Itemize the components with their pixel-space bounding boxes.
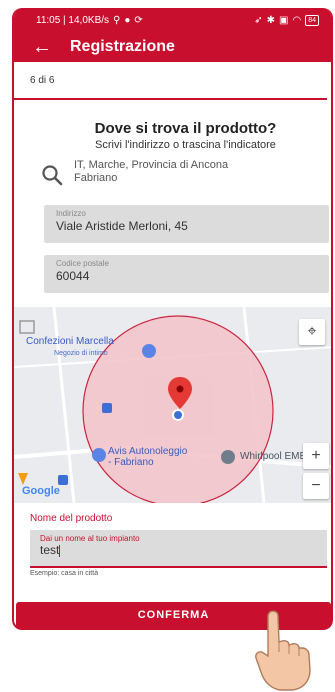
postal-code-input[interactable]: 60044 xyxy=(56,269,317,283)
gps-status-icon: ➶ xyxy=(254,14,263,26)
status-time: 11:05 | 14,0KB/s xyxy=(36,14,110,26)
zoom-in-button[interactable]: + xyxy=(303,443,329,469)
postal-code-field[interactable]: Codice postale 60044 xyxy=(44,255,329,293)
map-label-avis-city: - Fabriano xyxy=(108,457,154,468)
product-name-label: Dai un nome al tuo impianto xyxy=(40,534,140,543)
location-city: Fabriano xyxy=(74,172,118,184)
battery-icon: 84 xyxy=(305,14,319,26)
status-bar: 11:05 | 14,0KB/s ⚲ ● ⟳ ➶ ✱ ▣ ◠ 84 xyxy=(14,8,331,32)
map-label-avis: Avis Autonoleggio xyxy=(108,446,188,457)
product-name-input[interactable]: test xyxy=(40,543,317,557)
address-input[interactable]: Viale Aristide Merloni, 45 xyxy=(56,219,317,233)
zoom-out-button[interactable]: − xyxy=(303,473,329,499)
map-label-negozio: Negozio di intimo xyxy=(54,350,108,357)
back-arrow-icon[interactable]: ← xyxy=(32,37,62,57)
product-name-hint: Esempio: casa in città xyxy=(30,570,99,577)
search-icon[interactable] xyxy=(40,163,64,187)
crosshair-icon: ⌖ xyxy=(307,323,317,340)
location-search[interactable]: IT, Marche, Provincia di Ancona Fabriano xyxy=(14,159,331,187)
address-field[interactable]: Indirizzo Viale Aristide Merloni, 45 xyxy=(44,205,329,243)
map-view[interactable]: Confezioni Marcella Negozio di intimo Av… xyxy=(14,307,331,503)
map-label-confezioni: Confezioni Marcella xyxy=(26,336,114,347)
nfc-status-icon: ▣ xyxy=(279,14,289,26)
product-name-section-label: Nome del prodotto xyxy=(30,513,113,524)
wifi-status-icon: ◠ xyxy=(292,14,302,26)
location-status-icon: ⚲ xyxy=(113,14,121,26)
sync-status-icon: ⟳ xyxy=(134,14,143,26)
step-indicator: 6 di 6 xyxy=(14,62,327,100)
location-region: IT, Marche, Provincia di Ancona xyxy=(74,159,229,171)
my-location-button[interactable]: ⌖ xyxy=(299,319,325,345)
product-name-field[interactable]: Dai un nome al tuo impianto test xyxy=(30,530,327,568)
location-text: IT, Marche, Provincia di Ancona Fabriano xyxy=(74,159,228,185)
google-logo: Google xyxy=(22,485,60,497)
shield-status-icon: ● xyxy=(124,14,131,26)
section-heading: Dove si trova il prodotto? Scrivi l'indi… xyxy=(14,120,331,151)
product-name-value: test xyxy=(40,543,60,557)
pointing-hand-icon xyxy=(255,610,311,691)
phone-screen: 11:05 | 14,0KB/s ⚲ ● ⟳ ➶ ✱ ▣ ◠ 84 ← Regi… xyxy=(12,8,333,630)
address-label: Indirizzo xyxy=(56,209,86,218)
app-bar: ← Registrazione xyxy=(14,32,331,62)
text-caret xyxy=(59,544,61,557)
postal-code-label: Codice postale xyxy=(56,259,109,268)
heading-title: Dove si trova il prodotto? xyxy=(94,120,277,137)
bluetooth-status-icon: ✱ xyxy=(266,14,276,26)
heading-subtitle: Scrivi l'indirizzo o trascina l'indicato… xyxy=(95,139,276,151)
page-title: Registrazione xyxy=(70,38,175,55)
